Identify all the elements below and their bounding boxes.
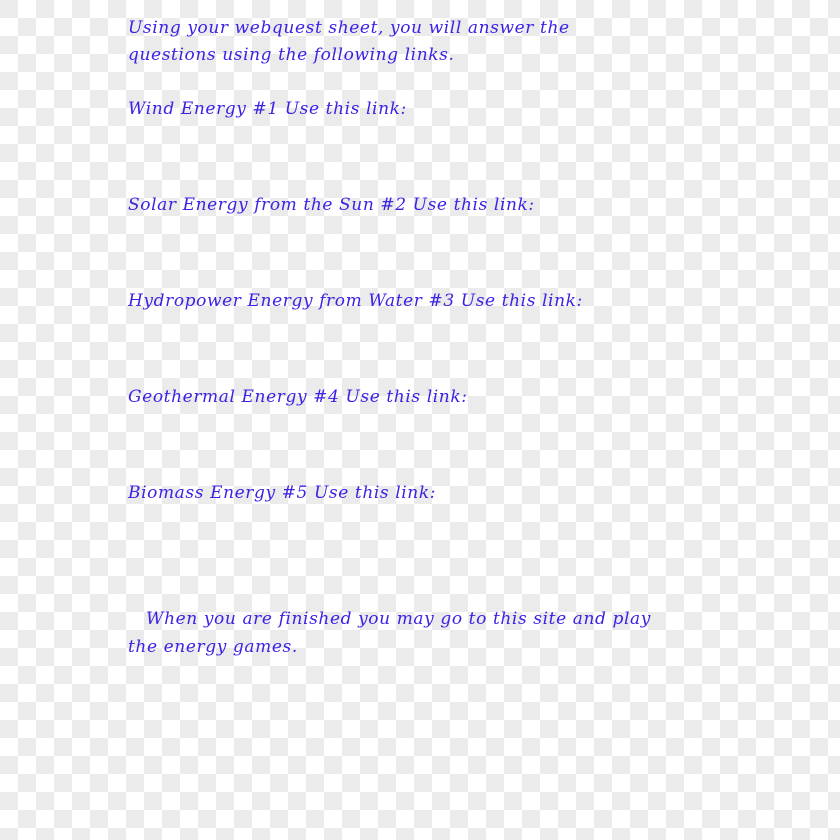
intro-line-2: questions using the following links. [128, 45, 455, 65]
closing-line-1: When you are finished you may go to this… [128, 609, 651, 629]
closing-line-2: the energy games. [128, 637, 298, 657]
section-wind-energy: Wind Energy #1 Use this link: [128, 99, 407, 119]
section-geothermal-energy: Geothermal Energy #4 Use this link: [128, 387, 468, 407]
section-hydropower-energy: Hydropower Energy from Water #3 Use this… [128, 291, 583, 311]
section-solar-energy: Solar Energy from the Sun #2 Use this li… [128, 195, 535, 215]
section-biomass-energy: Biomass Energy #5 Use this link: [128, 483, 437, 503]
intro-line-1: Using your webquest sheet, you will answ… [128, 18, 570, 38]
